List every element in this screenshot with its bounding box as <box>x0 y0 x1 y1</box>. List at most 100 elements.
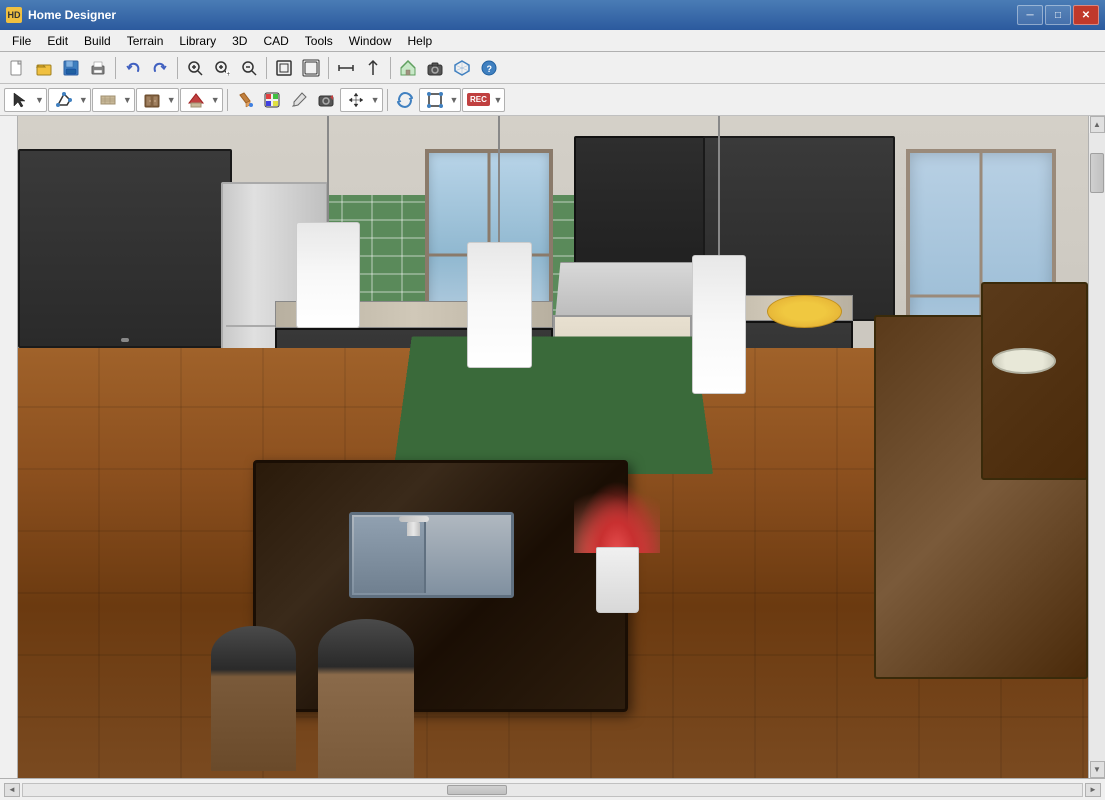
bar-stool-1 <box>211 626 297 772</box>
menu-terrain[interactable]: Terrain <box>119 32 172 50</box>
paint-bucket-button[interactable] <box>232 87 258 113</box>
status-bar: ◄ ► <box>0 778 1105 800</box>
menu-window[interactable]: Window <box>341 32 400 50</box>
rotate-button[interactable] <box>392 87 418 113</box>
pendant-light-2 <box>467 116 531 368</box>
redo-button[interactable] <box>147 55 173 81</box>
svg-text:?: ? <box>487 64 493 74</box>
record-button[interactable]: REC <box>465 87 491 113</box>
resize-dropdown[interactable]: ▼ <box>450 95 459 105</box>
walk-camera-button[interactable] <box>313 87 339 113</box>
kitchen-island <box>253 460 628 712</box>
exterior-tool-group: ▼ <box>180 88 223 112</box>
arrow-up-button[interactable] <box>360 55 386 81</box>
sep2 <box>177 57 178 79</box>
move-tool-group: ▼ <box>340 88 383 112</box>
place-house-button[interactable] <box>395 55 421 81</box>
sep5 <box>390 57 391 79</box>
wall-dropdown[interactable]: ▼ <box>123 95 132 105</box>
upper-cabinet-left <box>18 149 232 348</box>
zoom-in-button[interactable]: + <box>209 55 235 81</box>
select-tool-group: ▼ <box>4 88 47 112</box>
dining-chair <box>981 282 1088 481</box>
pendant-light-3 <box>692 116 746 394</box>
zoom-rect-button[interactable] <box>182 55 208 81</box>
minimize-button[interactable]: ─ <box>1017 5 1043 25</box>
3d-scene <box>18 116 1088 778</box>
h-scroll-thumb[interactable] <box>447 785 507 795</box>
menu-file[interactable]: File <box>4 32 39 50</box>
faucet <box>407 522 420 536</box>
left-ruler <box>0 116 18 778</box>
undo-button[interactable] <box>120 55 146 81</box>
sep3 <box>266 57 267 79</box>
exterior-button[interactable] <box>183 87 209 113</box>
resize-button[interactable] <box>422 87 448 113</box>
eyedropper-button[interactable] <box>286 87 312 113</box>
select-dropdown[interactable]: ▼ <box>35 95 44 105</box>
flower-arrangement <box>574 493 660 612</box>
scroll-left-arrow[interactable]: ◄ <box>4 783 20 797</box>
fit-page-button[interactable] <box>271 55 297 81</box>
menu-cad[interactable]: CAD <box>255 32 296 50</box>
sep7 <box>387 89 388 111</box>
scroll-thumb[interactable] <box>1090 153 1104 193</box>
close-button[interactable]: ✕ <box>1073 5 1099 25</box>
record-tool-group: REC ▼ <box>462 88 505 112</box>
3d-view-button[interactable] <box>449 55 475 81</box>
open-button[interactable] <box>31 55 57 81</box>
camera-button[interactable] <box>422 55 448 81</box>
record-dropdown[interactable]: ▼ <box>493 95 502 105</box>
toolbar1: + <box>0 52 1105 84</box>
draw-poly-button[interactable] <box>51 87 77 113</box>
bar-stool-2 <box>318 619 414 778</box>
wall-tool-button[interactable] <box>95 87 121 113</box>
menu-library[interactable]: Library <box>171 32 224 50</box>
material-button[interactable] <box>259 87 285 113</box>
zoom-out-button[interactable] <box>236 55 262 81</box>
draw-poly-group: ▼ <box>48 88 91 112</box>
sep1 <box>115 57 116 79</box>
window-controls: ─ □ ✕ <box>1017 5 1099 25</box>
kitchen-rug <box>393 336 712 473</box>
title-bar: HD Home Designer ─ □ ✕ <box>0 0 1105 30</box>
print-button[interactable] <box>85 55 111 81</box>
maximize-button[interactable]: □ <box>1045 5 1071 25</box>
cabinet-dropdown[interactable]: ▼ <box>167 95 176 105</box>
sep4 <box>328 57 329 79</box>
kitchen-sink <box>349 512 515 598</box>
new-button[interactable] <box>4 55 30 81</box>
cabinet-button[interactable] <box>139 87 165 113</box>
flower-stems <box>574 481 660 552</box>
menu-edit[interactable]: Edit <box>39 32 76 50</box>
toolbar2: ▼ ▼ ▼ <box>0 84 1105 116</box>
save-button[interactable] <box>58 55 84 81</box>
svg-text:+: + <box>227 71 231 77</box>
flower-vase <box>596 547 639 613</box>
resize-tool-group: ▼ <box>419 88 462 112</box>
h-scroll-track[interactable] <box>22 783 1083 797</box>
move-dropdown[interactable]: ▼ <box>371 95 380 105</box>
app-icon: HD <box>6 7 22 23</box>
cabinet-tool-group: ▼ <box>136 88 179 112</box>
question-button[interactable]: ? <box>476 55 502 81</box>
scroll-down-arrow[interactable]: ▼ <box>1090 761 1105 778</box>
move-tool-button[interactable] <box>343 87 369 113</box>
measure-button[interactable] <box>333 55 359 81</box>
scroll-up-arrow[interactable]: ▲ <box>1090 116 1105 133</box>
menu-tools[interactable]: Tools <box>297 32 341 50</box>
fit-all-button[interactable] <box>298 55 324 81</box>
menu-3d[interactable]: 3D <box>224 32 255 50</box>
scroll-track[interactable] <box>1089 133 1105 761</box>
draw-poly-dropdown[interactable]: ▼ <box>79 95 88 105</box>
exterior-dropdown[interactable]: ▼ <box>211 95 220 105</box>
app-title: Home Designer <box>28 8 1017 22</box>
sep6 <box>227 89 228 111</box>
wall-tool-group: ▼ <box>92 88 135 112</box>
menu-build[interactable]: Build <box>76 32 119 50</box>
menu-help[interactable]: Help <box>399 32 440 50</box>
kitchen-render <box>18 116 1088 778</box>
scroll-right-arrow[interactable]: ► <box>1085 783 1101 797</box>
select-arrow-button[interactable] <box>7 87 33 113</box>
canvas-area[interactable] <box>18 116 1088 778</box>
